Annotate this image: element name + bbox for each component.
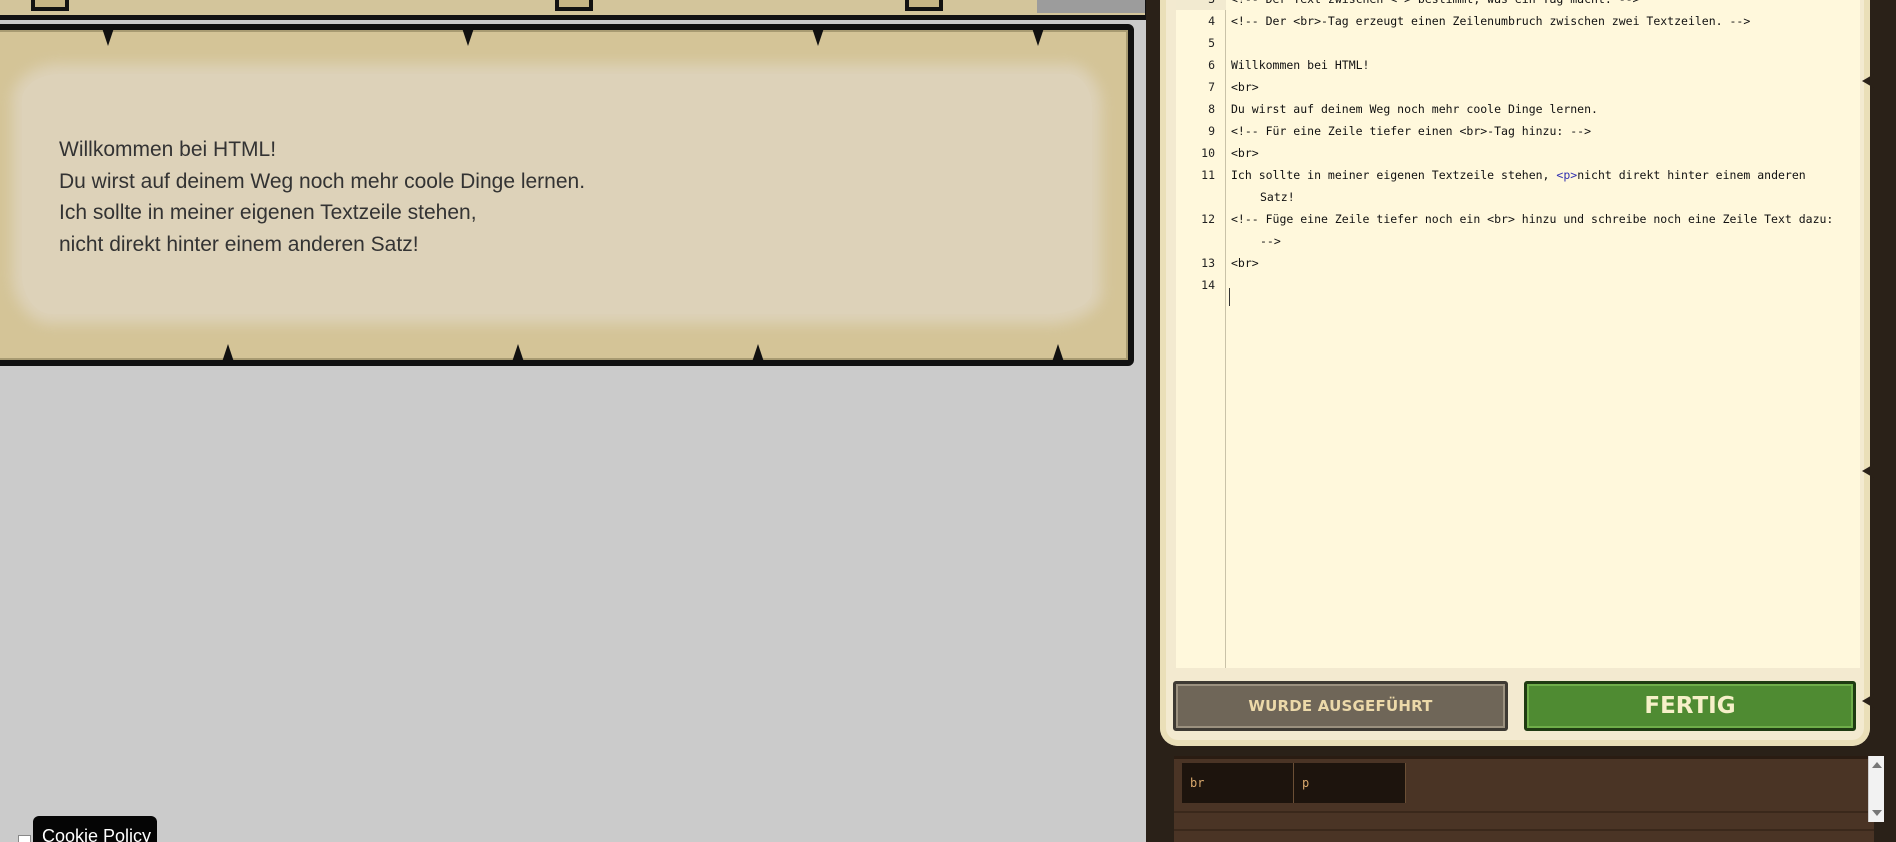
line-number: 4 xyxy=(1208,14,1215,28)
code-text: <!-- Der Text zwischen < > bestimmt, was… xyxy=(1231,0,1640,10)
code-line[interactable]: 8 Du wirst auf deinem Weg noch mehr cool… xyxy=(1176,98,1860,120)
editor-paper: 3 <!-- Der Text zwischen < > bestimmt, w… xyxy=(1160,0,1874,746)
code-line[interactable]: 13 <br> xyxy=(1176,252,1860,274)
code-wrap: --> xyxy=(1260,234,1281,248)
preview-line: Ich sollte in meiner eigenen Textzeile s… xyxy=(59,201,477,224)
done-button[interactable]: FERTIG xyxy=(1524,681,1856,731)
line-number: 12 xyxy=(1201,212,1215,226)
app-window: Willkommen bei HTML! Du wirst auf deinem… xyxy=(0,0,1896,842)
code-text: Ich sollte in meiner eigenen Textzeile s… xyxy=(1231,164,1806,186)
code-line[interactable]: 11 Ich sollte in meiner eigenen Textzeil… xyxy=(1176,164,1860,208)
preview-pane: Willkommen bei HTML! Du wirst auf deinem… xyxy=(0,0,1146,842)
code-line[interactable]: 10 <br> xyxy=(1176,142,1860,164)
line-number: 5 xyxy=(1208,36,1215,50)
line-number: 14 xyxy=(1201,278,1215,292)
line-number: 9 xyxy=(1208,124,1215,138)
scroll-up-icon[interactable] xyxy=(1872,762,1882,768)
cookie-policy-button[interactable]: Cookie Policy xyxy=(33,816,157,842)
snippet-palette: br p xyxy=(1174,756,1874,842)
code-line[interactable]: 6 Willkommen bei HTML! xyxy=(1176,54,1860,76)
code-line[interactable]: 9 <!-- Für eine Zeile tiefer einen <br>-… xyxy=(1176,120,1860,142)
preview-line: Willkommen bei HTML! xyxy=(59,138,277,161)
run-button[interactable]: WURDE AUSGEFÜHRT xyxy=(1173,681,1508,731)
scroll-down-icon[interactable] xyxy=(1872,810,1882,816)
snippet-br[interactable]: br xyxy=(1182,763,1294,803)
code-text-after: nicht direkt hinter einem anderen xyxy=(1577,168,1806,182)
code-line[interactable]: 14 xyxy=(1176,274,1860,296)
preview-line: nicht direkt hinter einem anderen Satz! xyxy=(59,232,419,256)
code-text: <br> xyxy=(1231,146,1259,160)
code-text: <!-- Füge eine Zeile tiefer noch ein <br… xyxy=(1231,212,1834,226)
code-text-before: Ich sollte in meiner eigenen Textzeile s… xyxy=(1231,168,1557,182)
code-wrap: Satz! xyxy=(1260,190,1295,204)
code-line[interactable]: 12 <!-- Füge eine Zeile tiefer noch ein … xyxy=(1176,208,1860,252)
line-number: 13 xyxy=(1201,256,1215,270)
snippet-p[interactable]: p xyxy=(1294,763,1406,803)
line-number: 3 xyxy=(1176,0,1215,10)
palette-scrollbar[interactable] xyxy=(1868,756,1884,822)
line-number: 7 xyxy=(1208,80,1215,94)
code-text: Du wirst auf deinem Weg noch mehr coole … xyxy=(1231,102,1598,116)
code-editor[interactable]: 3 <!-- Der Text zwischen < > bestimmt, w… xyxy=(1176,0,1860,668)
preview-line: Du wirst auf deinem Weg noch mehr coole … xyxy=(59,169,586,193)
line-number: 8 xyxy=(1208,102,1215,116)
code-line[interactable]: 5 xyxy=(1176,32,1860,54)
code-line[interactable]: 3 <!-- Der Text zwischen < > bestimmt, w… xyxy=(1176,0,1860,10)
line-number: 10 xyxy=(1201,146,1215,160)
top-plank xyxy=(0,0,1146,20)
cookie-checkbox[interactable] xyxy=(18,835,31,842)
code-text: <!-- Der <br>-Tag erzeugt einen Zeilenum… xyxy=(1231,14,1751,28)
code-line[interactable]: 7 <br> xyxy=(1176,76,1860,98)
code-text: Willkommen bei HTML! xyxy=(1231,58,1370,72)
code-text: <br> xyxy=(1231,256,1259,270)
preview-output: Willkommen bei HTML! Du wirst auf deinem… xyxy=(59,134,585,260)
code-text: <br> xyxy=(1231,80,1259,94)
line-number: 11 xyxy=(1201,168,1215,182)
text-cursor xyxy=(1229,288,1230,306)
line-number: 6 xyxy=(1208,58,1215,72)
code-line[interactable]: 4 <!-- Der <br>-Tag erzeugt einen Zeilen… xyxy=(1176,10,1860,32)
code-tag: <p> xyxy=(1556,168,1578,182)
code-text: <!-- Für eine Zeile tiefer einen <br>-Ta… xyxy=(1231,124,1592,138)
